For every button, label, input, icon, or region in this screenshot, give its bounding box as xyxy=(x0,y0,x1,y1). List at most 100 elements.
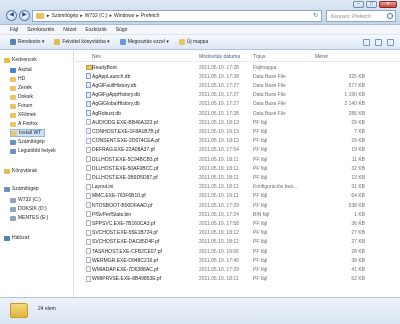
recent-places-icon xyxy=(10,148,16,154)
file-name: CONHOST.EXE-1F8A1B7B.pf xyxy=(92,128,160,135)
file-icon xyxy=(86,202,91,208)
file-row[interactable]: AgAppLaunch.db 2011.05.10. 17:28 Data Base… xyxy=(75,72,400,81)
file-icon xyxy=(86,257,91,264)
file-row[interactable]: DLLHOST.EXE-50AF0BCC.pf 2011.05.10. 18:11… xyxy=(75,164,400,173)
file-row[interactable]: WERMGR.EXE-D948C216.pf 2011.05.10. 17:49 P… xyxy=(75,256,400,265)
file-date: 2011.05.10. 18:11 xyxy=(199,165,239,172)
file-size: 64 KB xyxy=(351,193,365,200)
nav-item[interactable]: Asztal xyxy=(10,66,35,74)
breadcrumb-windows[interactable]: Windows xyxy=(114,13,134,19)
file-row[interactable]: NTOSBOOT-B00DFAAD.pf 2011.05.10. 17:29 PF … xyxy=(75,201,400,210)
file-size: 577 KB xyxy=(348,82,365,89)
file-size: 36 KB xyxy=(351,220,365,227)
breadcrumb-drive[interactable]: W732 (C:) xyxy=(85,13,108,19)
nav-item[interactable]: Install WT xyxy=(10,129,46,137)
new-folder-icon xyxy=(178,39,185,45)
column-date[interactable]: Módosítás dátuma xyxy=(199,54,240,60)
minimize-button[interactable]: – xyxy=(353,1,364,8)
breadcrumb-sep-icon: ▸ xyxy=(47,13,50,19)
file-row[interactable]: WMIADAP.EXE-7D6388AC.pf 2011.05.10. 17:29… xyxy=(75,265,400,274)
file-row[interactable]: WMIPRVSE.EXE-8B49853E.pf 2011.05.10. 18:1… xyxy=(75,275,400,284)
menu-view[interactable]: Nézet xyxy=(63,27,76,33)
file-name: AgRobust.db xyxy=(92,110,121,117)
menu-file[interactable]: Fájl xyxy=(10,27,18,33)
new-folder-button[interactable]: Új mappa xyxy=(178,39,209,45)
nav-item[interactable]: W732 (C:) xyxy=(10,196,44,204)
nav-item[interactable]: HD xyxy=(10,75,28,83)
breadcrumb-prefetch[interactable]: Prefetch xyxy=(141,13,160,19)
nav-item[interactable]: Könyvtárak xyxy=(4,167,40,175)
file-row[interactable]: ReadyBoot 2011.05.10. 17:28 Fájlmappa xyxy=(75,63,400,72)
organize-button[interactable]: Rendezés ▾ xyxy=(10,39,44,45)
file-row[interactable]: AgGlFaultHistory.db 2011.05.10. 17:27 Data… xyxy=(75,81,400,90)
change-view-icon[interactable] xyxy=(363,39,370,46)
nav-item[interactable]: Számítógép xyxy=(10,138,48,146)
file-row[interactable]: AgGlGlobalHistory.db 2011.05.10. 17:27 Dat… xyxy=(75,100,400,109)
file-date: 2011.05.10. 18:12 xyxy=(199,230,239,237)
file-row[interactable]: CONHOST.EXE-1F8A1B7B.pf 2011.05.10. 18:13… xyxy=(75,127,400,136)
file-row[interactable]: Layout.ini 2011.05.10. 18:11 Konfigurációs… xyxy=(75,183,400,192)
file-row[interactable]: CONSENT.EXE-2D674CEA.pf 2011.05.10. 18:13… xyxy=(75,137,400,146)
nav-item[interactable]: Számítógép xyxy=(4,185,42,193)
address-bar[interactable]: ▸ Számítógép ▸ W732 (C:) ▸ Windows ▸ Pre… xyxy=(32,10,322,22)
file-icon xyxy=(86,238,91,245)
refresh-icon[interactable]: ↻ xyxy=(311,12,320,21)
file-row[interactable]: AUDIODG.EXE-BB46A323.pf 2011.05.10. 18:13… xyxy=(75,118,400,127)
nav-item[interactable]: A Firefox xyxy=(10,120,41,128)
nav-item[interactable]: DOKSIK (D:) xyxy=(10,205,50,213)
nav-item[interactable]: Zenék xyxy=(10,84,35,92)
file-name: WMIPRVSE.EXE-8B49853E.pf xyxy=(92,276,162,283)
file-list: Név Módosítás dátuma Típus Méret ReadyBo… xyxy=(75,51,400,297)
nav-item[interactable]: XFilmek xyxy=(10,111,39,119)
file-row[interactable]: MMC.EXE-763F6B10.pf 2011.05.10. 18:11 PF f… xyxy=(75,192,400,201)
include-in-library-button[interactable]: Felvétel könyvtárba ▾ xyxy=(54,39,110,45)
preview-pane-icon[interactable] xyxy=(375,39,382,46)
item-count: 24 elem xyxy=(38,306,56,312)
network-icon xyxy=(4,235,10,241)
file-type: PF fájl xyxy=(253,128,268,135)
column-name[interactable]: Név xyxy=(92,54,101,60)
maximize-button[interactable]: □ xyxy=(366,1,377,8)
file-size: 32 KB xyxy=(351,165,365,172)
column-size[interactable]: Méret xyxy=(315,54,328,60)
help-icon[interactable] xyxy=(387,39,394,46)
file-type: PF fájl xyxy=(253,119,268,126)
file-name: CONSENT.EXE-2D674CEA.pf xyxy=(92,138,160,145)
file-date: 2011.05.10. 18:12 xyxy=(199,239,239,246)
computer-icon xyxy=(4,186,10,192)
menu-edit[interactable]: Szerkesztés xyxy=(27,27,54,33)
nav-item[interactable]: MENTES (E:) xyxy=(10,214,51,222)
file-type: PF fájl xyxy=(253,165,268,172)
file-row[interactable]: DLLHOST.EXE-3B9D5D87.pf 2011.05.10. 18:11… xyxy=(75,173,400,182)
file-row[interactable]: SVCHOST.EXE-55E1B724.pf 2011.05.10. 18:12… xyxy=(75,229,400,238)
new-folder-label: Új mappa xyxy=(186,39,209,45)
nav-item[interactable]: Legutóbbi helyek xyxy=(10,147,59,155)
file-icon xyxy=(86,183,91,190)
file-row[interactable]: PfSvPerfStats.bin 2011.05.10. 17:24 BIN fá… xyxy=(75,210,400,219)
file-row[interactable]: SPPSVC.EXE-7B160CA3.pf 2011.05.10. 17:58 P… xyxy=(75,219,400,228)
file-row[interactable]: AgRobust.db 2011.05.10. 17:28 Data Base Fi… xyxy=(75,109,400,118)
folder-icon xyxy=(11,130,17,136)
file-row[interactable]: SVCHOST.EXE-DAC85D4F.pf 2011.05.10. 18:12… xyxy=(75,238,400,247)
nav-item[interactable]: Doksik xyxy=(10,93,36,101)
file-date: 2011.05.10. 18:11 xyxy=(199,276,239,283)
menu-help[interactable]: Súgó xyxy=(116,27,128,33)
search-input[interactable]: Keresés: Prefetch xyxy=(326,10,396,22)
nav-item[interactable]: Kedvencek xyxy=(4,56,40,64)
file-row[interactable]: AgGlFgAppHistory.db 2011.05.10. 17:27 Data… xyxy=(75,91,400,100)
file-name: WMIADAP.EXE-7D6388AC.pf xyxy=(92,266,159,273)
file-row[interactable]: DEFRAG.EXE-22A08A37.pf 2011.05.10. 17:54 P… xyxy=(75,146,400,155)
file-row[interactable]: TASKHOST.EXE-CFB2CE07.pf 2011.05.10. 18:0… xyxy=(75,247,400,256)
back-button[interactable]: ◀ xyxy=(6,10,17,21)
folder-icon xyxy=(10,94,16,100)
close-button[interactable]: ✕ xyxy=(379,1,397,8)
share-with-button[interactable]: Megosztás ezzel ▾ xyxy=(119,39,169,45)
breadcrumb-computer[interactable]: Számítógép xyxy=(52,13,79,19)
nav-item[interactable]: Hálózat xyxy=(4,234,32,242)
nav-item[interactable]: Forum xyxy=(10,102,35,110)
file-type: Data Base File xyxy=(253,82,286,89)
column-type[interactable]: Típus xyxy=(253,54,266,60)
forward-button[interactable]: ▶ xyxy=(19,10,30,21)
file-row[interactable]: DLLHOST.EXE-5C94BCB3.pf 2011.05.10. 18:11… xyxy=(75,155,400,164)
menu-tools[interactable]: Eszközök xyxy=(85,27,106,33)
